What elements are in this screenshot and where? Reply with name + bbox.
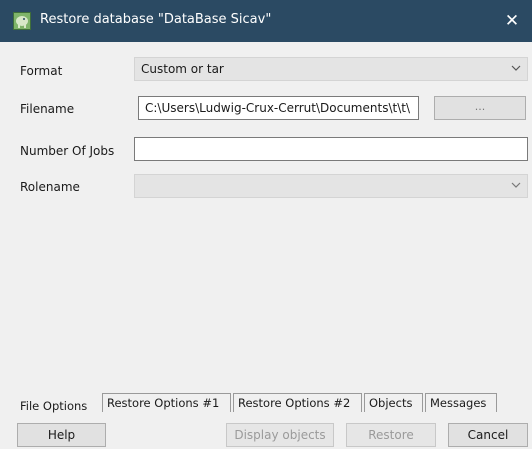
format-select[interactable]: Custom or tar — [134, 57, 528, 81]
filename-label: Filename — [20, 102, 75, 116]
chevron-down-icon — [511, 182, 521, 188]
close-icon[interactable]: ✕ — [492, 0, 532, 42]
format-value: Custom or tar — [141, 62, 224, 76]
jobs-label: Number Of Jobs — [20, 144, 115, 158]
help-button[interactable]: Help — [17, 423, 106, 447]
format-label: Format — [20, 64, 63, 78]
pgadmin-elephant-icon — [13, 12, 31, 30]
browse-button[interactable]: ... — [434, 96, 526, 120]
tab-objects[interactable]: Objects — [364, 393, 423, 412]
rolename-select[interactable] — [134, 174, 528, 198]
chevron-down-icon — [511, 65, 521, 71]
tab-restore-options-2[interactable]: Restore Options #2 — [233, 393, 362, 412]
restore-button[interactable]: Restore — [346, 423, 436, 447]
display-objects-button[interactable]: Display objects — [226, 423, 334, 447]
tab-messages[interactable]: Messages — [425, 393, 497, 412]
tab-file-options[interactable]: File Options — [17, 396, 103, 415]
tab-restore-options-1[interactable]: Restore Options #1 — [102, 393, 231, 412]
restore-dialog: Restore database "DataBase Sicav" ✕ Form… — [0, 0, 532, 449]
jobs-input[interactable] — [134, 137, 528, 161]
rolename-label: Rolename — [20, 180, 80, 194]
title-bar[interactable]: Restore database "DataBase Sicav" ✕ — [0, 0, 532, 42]
filename-input[interactable]: C:\Users\Ludwig-Crux-Cerrut\Documents\t\… — [138, 96, 419, 120]
window-title: Restore database "DataBase Sicav" — [40, 12, 272, 27]
cancel-button[interactable]: Cancel — [448, 423, 528, 447]
